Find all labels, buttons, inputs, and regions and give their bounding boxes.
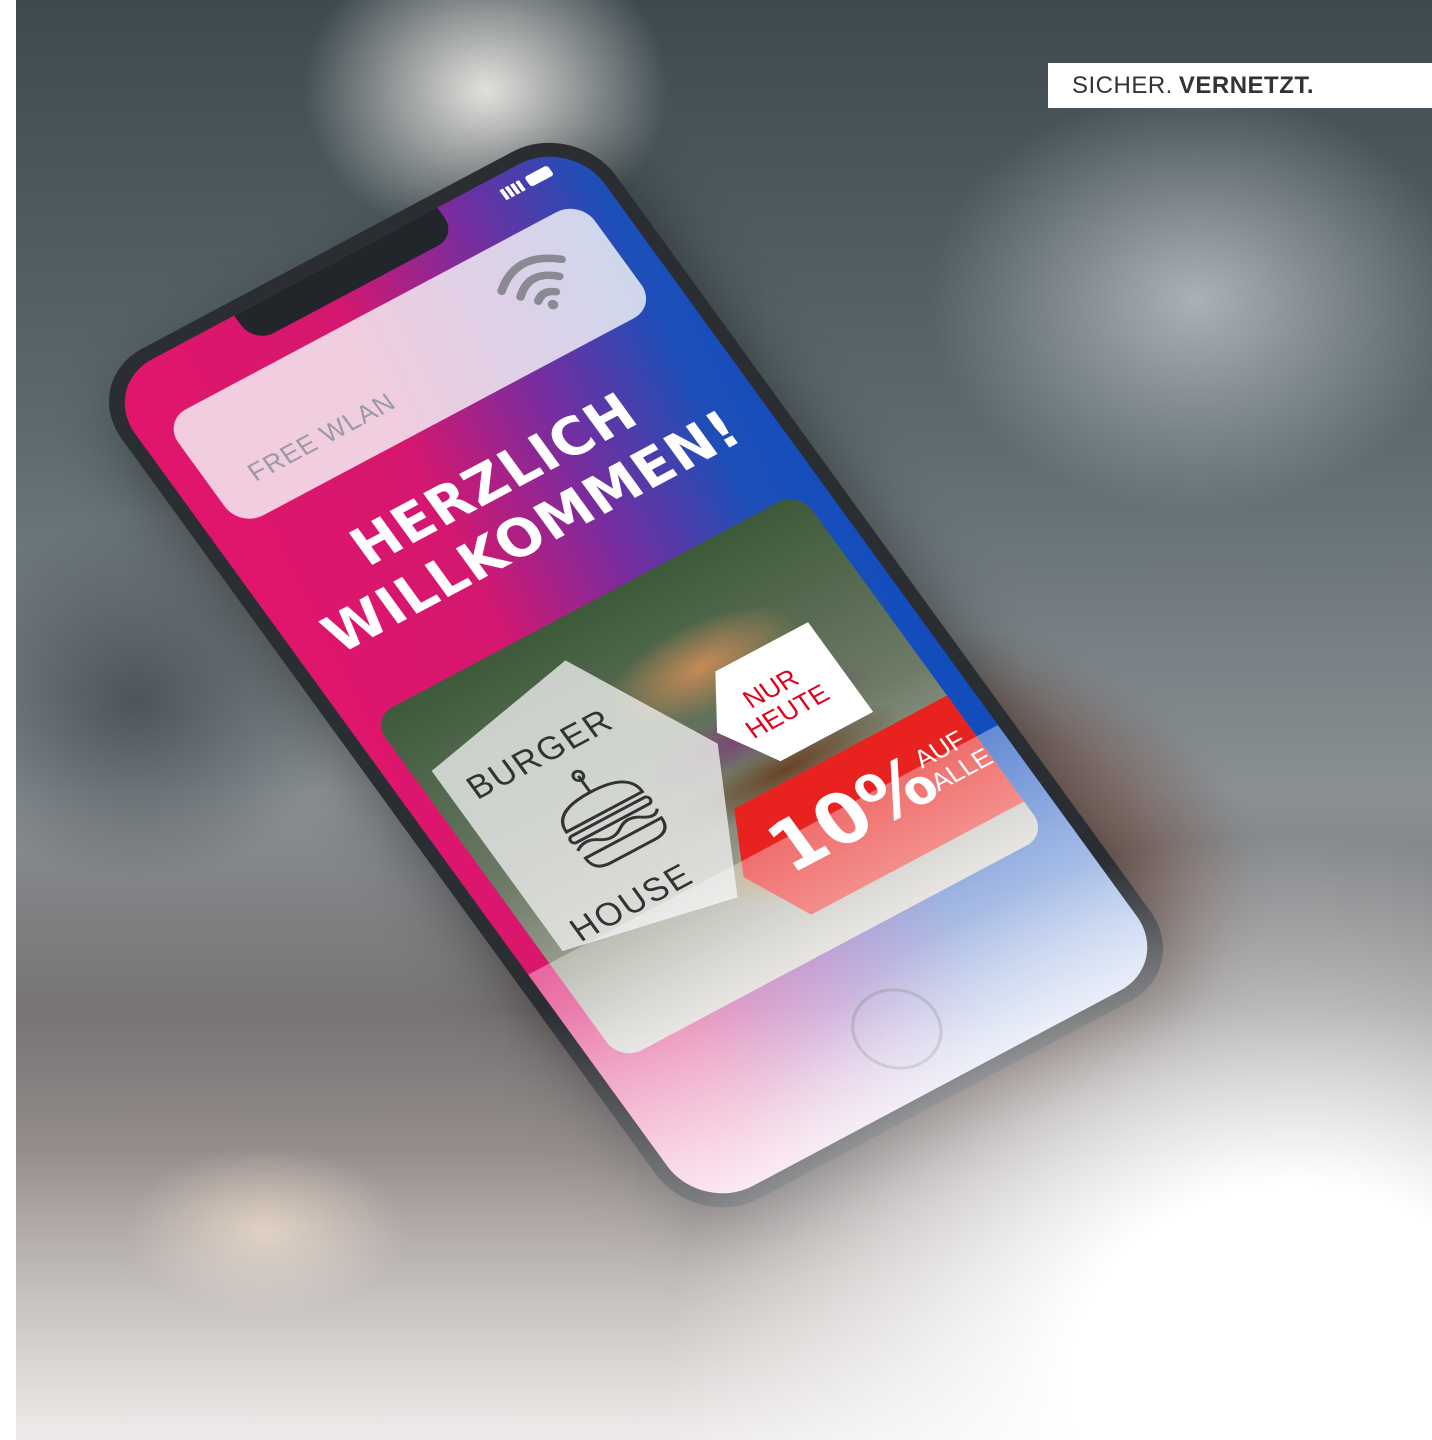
- signal-icon: [499, 180, 526, 201]
- tagline-box: SICHER. VERNETZT.: [1048, 63, 1432, 108]
- status-bar: [499, 165, 555, 201]
- tagline-bold: VERNETZT.: [1178, 71, 1315, 99]
- tagline-light: SICHER.: [1072, 71, 1173, 99]
- wifi-label: FREE WLAN: [241, 386, 402, 487]
- battery-icon: [524, 165, 555, 188]
- photo-background: FREE WLAN HERZLICH WILLKOMMEN! BURGER HO…: [16, 0, 1432, 1440]
- wifi-icon: [497, 254, 566, 310]
